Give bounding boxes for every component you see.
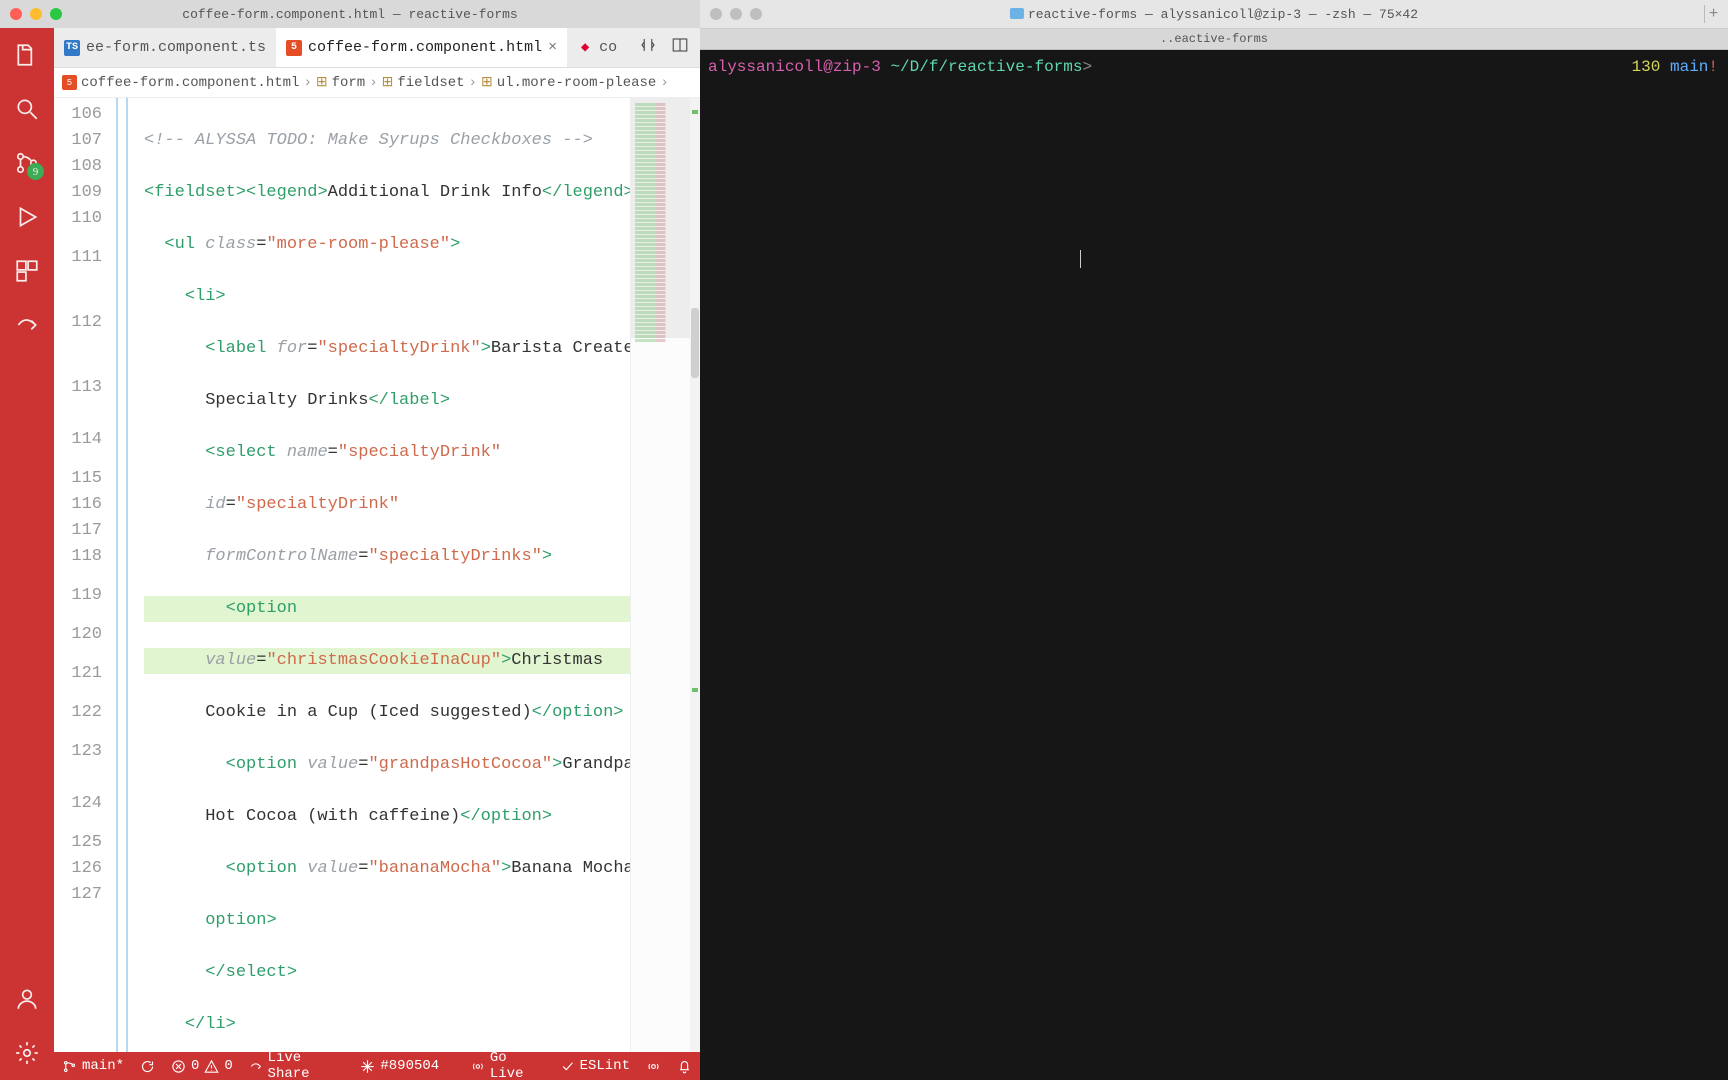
terminal-title: reactive-forms — alyssanicoll@zip-3 — -z… (1010, 7, 1418, 22)
folder-icon (1010, 8, 1024, 19)
feedback-icon[interactable] (646, 1059, 661, 1074)
vscode-titlebar[interactable]: coffee-form.component.html — reactive-fo… (0, 0, 700, 28)
close-tab-icon[interactable]: × (548, 39, 557, 56)
zoom-icon[interactable] (750, 8, 762, 20)
scm-badge: 9 (27, 163, 44, 180)
color-status[interactable]: #890504 (360, 1058, 439, 1074)
sync-status[interactable] (140, 1059, 155, 1074)
activity-bar: 9 (0, 28, 54, 1080)
vscode-window: coffee-form.component.html — reactive-fo… (0, 0, 700, 1080)
explorer-icon[interactable] (14, 42, 40, 68)
terminal-tab[interactable]: ..eactive-forms (700, 28, 1728, 50)
tab-other[interactable]: ◆co (567, 28, 627, 67)
bell-icon[interactable] (677, 1059, 692, 1074)
angular-icon: ◆ (577, 40, 593, 56)
window-title: coffee-form.component.html — reactive-fo… (182, 7, 517, 22)
editor[interactable]: 1061071081091101111121131141151161171181… (54, 98, 700, 1052)
extensions-icon[interactable] (14, 258, 40, 284)
close-icon[interactable] (10, 8, 22, 20)
scroll-thumb[interactable] (691, 308, 699, 378)
new-tab-button[interactable]: + (1704, 5, 1722, 23)
source-control-icon[interactable]: 9 (14, 150, 40, 176)
terminal-right-status: 130 main! (1632, 56, 1718, 78)
eslint-status[interactable]: ESLint (560, 1058, 630, 1074)
zoom-icon[interactable] (50, 8, 62, 20)
tab-component-html[interactable]: 5coffee-form.component.html× (276, 28, 567, 67)
line-gutter: 1061071081091101111121131141151161171181… (54, 98, 112, 1052)
account-icon[interactable] (14, 986, 40, 1012)
share-icon[interactable] (14, 312, 40, 338)
indent-guides (112, 98, 144, 1052)
minimize-icon[interactable] (730, 8, 742, 20)
minimize-icon[interactable] (30, 8, 42, 20)
terminal-window: reactive-forms — alyssanicoll@zip-3 — -z… (700, 0, 1728, 1080)
search-icon[interactable] (14, 96, 40, 122)
tab-bar: TSee-form.component.ts 5coffee-form.comp… (54, 28, 700, 68)
minimap[interactable] (630, 98, 690, 1052)
terminal-cursor (1080, 250, 1081, 268)
problems-status[interactable]: 0 0 (171, 1058, 233, 1074)
branch-status[interactable]: main* (62, 1058, 124, 1074)
html-icon: 5 (286, 40, 302, 56)
breadcrumbs[interactable]: 5 coffee-form.component.html› ⊞form› ⊞fi… (54, 68, 700, 98)
split-editor-icon[interactable] (671, 36, 689, 59)
code-content[interactable]: <!-- ALYSSA TODO: Make Syrups Checkboxes… (144, 98, 630, 1052)
golive-status[interactable]: Go Live (471, 1050, 543, 1080)
compare-icon[interactable] (639, 36, 657, 59)
scrollbar[interactable] (690, 98, 700, 1052)
terminal-titlebar[interactable]: reactive-forms — alyssanicoll@zip-3 — -z… (700, 0, 1728, 28)
ts-icon: TS (64, 40, 80, 56)
liveshare-status[interactable]: Live Share (249, 1050, 345, 1080)
tab-component-ts[interactable]: TSee-form.component.ts (54, 28, 276, 67)
close-icon[interactable] (710, 8, 722, 20)
run-debug-icon[interactable] (14, 204, 40, 230)
terminal-body[interactable]: alyssanicoll@zip-3 ~/D/f/reactive-forms>… (700, 50, 1728, 1080)
gear-icon[interactable] (14, 1040, 40, 1066)
html-icon: 5 (62, 75, 77, 90)
status-bar: main* 0 0 Live Share #890504 Go Live ESL… (54, 1052, 700, 1080)
